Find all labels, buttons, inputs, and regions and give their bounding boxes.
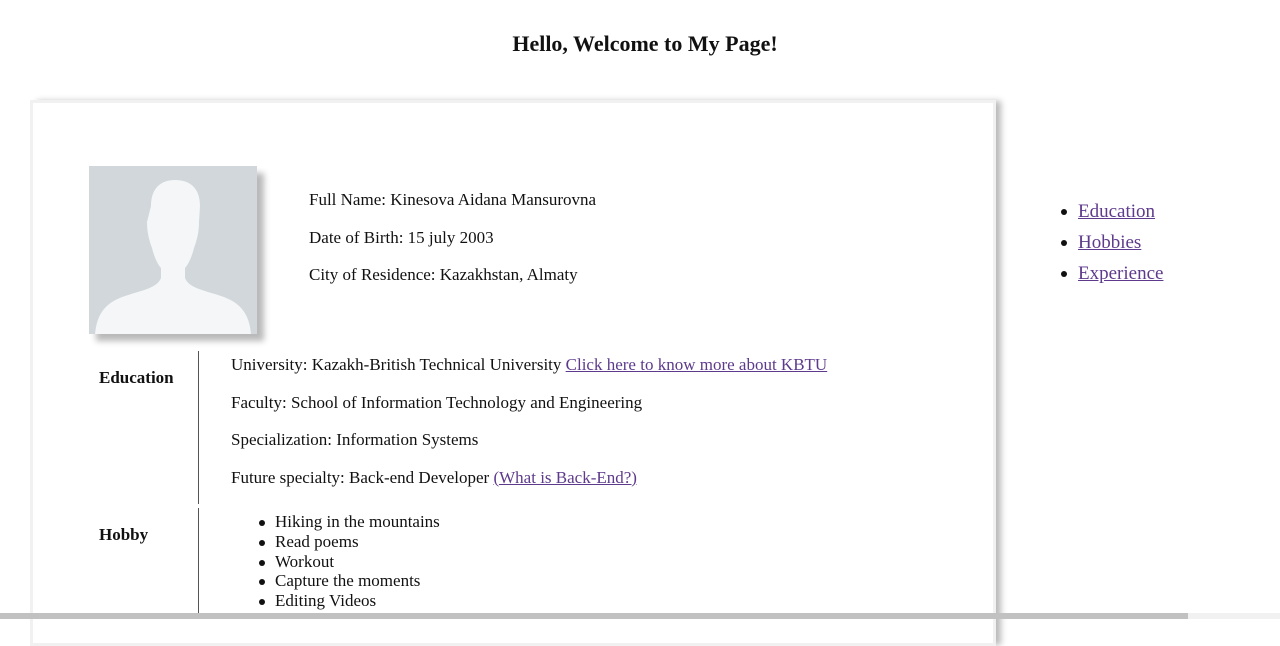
- university-row: University: Kazakh-British Technical Uni…: [231, 355, 827, 375]
- faculty-row: Faculty: School of Information Technolog…: [231, 392, 643, 412]
- list-item: Capture the moments: [258, 571, 440, 591]
- side-nav: Education Hobbies Experience: [1060, 196, 1163, 289]
- kbtu-link[interactable]: Click here to know more about KBTU: [566, 355, 828, 374]
- city-of-residence: City of Residence: Kazakhstan, Almaty: [309, 265, 578, 284]
- education-details: University: Kazakh-British Technical Uni…: [231, 355, 827, 505]
- nav-item-education: Education: [1060, 196, 1163, 227]
- person-silhouette-icon: [95, 180, 251, 334]
- hobby-list: Hiking in the mountains Read poems Worko…: [258, 512, 440, 611]
- date-of-birth: Date of Birth: 15 july 2003: [309, 227, 494, 247]
- full-name: Full Name: Kinesova Aidana Mansurovna: [309, 190, 597, 209]
- nav-link-experience[interactable]: Experience: [1078, 263, 1163, 284]
- avatar: [89, 166, 257, 334]
- nav-link-education[interactable]: Education: [1078, 201, 1155, 222]
- back-end-link[interactable]: (What is Back-End?): [493, 468, 637, 487]
- list-item: Editing Videos: [258, 591, 440, 611]
- nav-link-hobbies[interactable]: Hobbies: [1078, 232, 1141, 253]
- nav-item-hobbies: Hobbies: [1060, 227, 1163, 258]
- list-item: Workout: [258, 552, 440, 572]
- university-text: University: Kazakh-British Technical Uni…: [231, 355, 566, 374]
- page-title: Hello, Welcome to My Page!: [512, 31, 778, 56]
- nav-item-experience: Experience: [1060, 258, 1163, 289]
- list-item: Read poems: [258, 532, 440, 552]
- future-specialty-row: Future specialty: Back-end Developer (Wh…: [231, 468, 827, 488]
- scrollbar-thumb[interactable]: [0, 613, 1188, 619]
- hobby-label: Hobby: [99, 525, 149, 544]
- education-divider: [198, 351, 199, 504]
- list-item: Hiking in the mountains: [258, 512, 440, 532]
- profile-info: Full Name: Kinesova Aidana Mansurovna Da…: [309, 190, 596, 303]
- future-specialty-text: Future specialty: Back-end Developer: [231, 467, 494, 487]
- specialization-row: Specialization: Information Systems: [231, 430, 479, 449]
- hobby-divider: [198, 508, 199, 613]
- horizontal-scrollbar[interactable]: [0, 613, 1280, 619]
- education-label: Education: [99, 368, 174, 387]
